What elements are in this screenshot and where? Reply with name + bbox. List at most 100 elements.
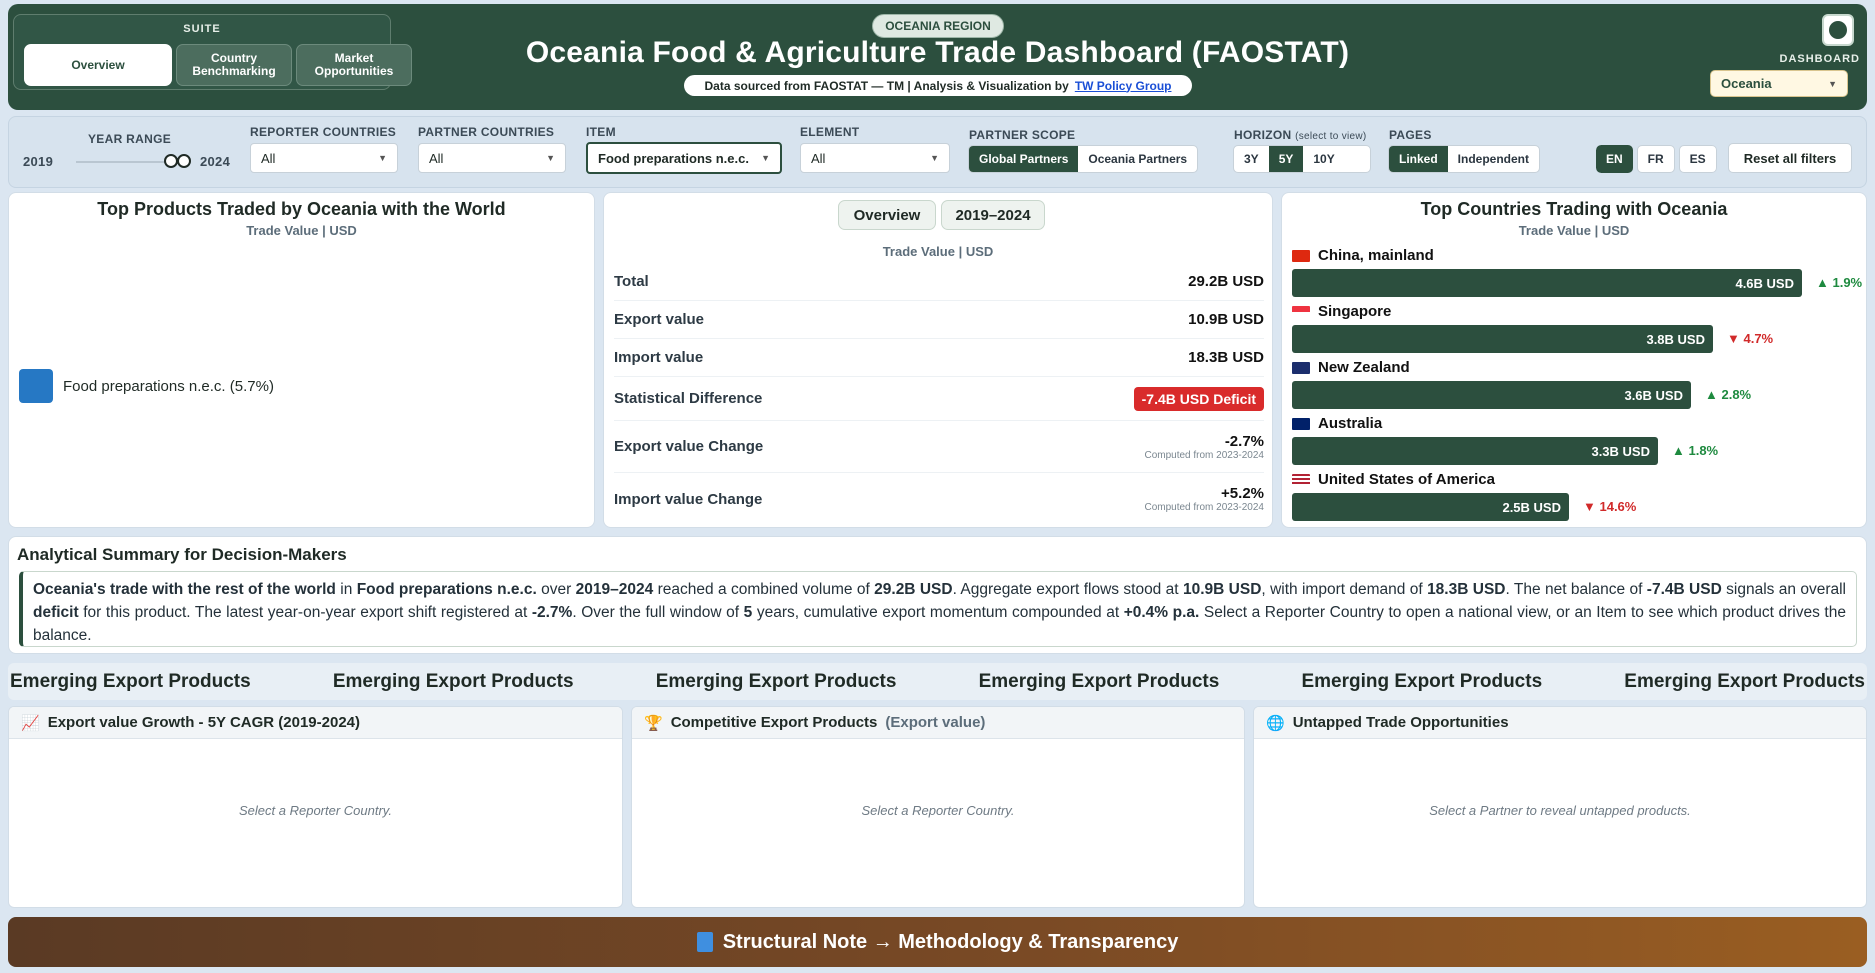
summary-fragment: 10.9B USD [1182, 581, 1262, 598]
lang-en[interactable]: EN [1596, 145, 1633, 173]
source-note: Data sourced from FAOSTAT — TM | Analysi… [684, 75, 1192, 96]
stat-row-export: Export value 10.9B USD [614, 301, 1264, 339]
summary-fragment: 2019–2024 [575, 581, 654, 598]
stat-value: -2.7% [1224, 432, 1264, 450]
horizon-label: HORIZON [1234, 128, 1292, 142]
summary-fragment: . Over the full window of [572, 604, 744, 621]
stat-label: Import value Change [614, 490, 763, 508]
chart-up-icon: 📈 [21, 714, 40, 732]
element-select[interactable]: All ▼ [800, 143, 950, 173]
pages-linked[interactable]: Linked [1389, 146, 1448, 172]
reporter-select-value: All [261, 150, 276, 166]
year-range-label: YEAR RANGE [88, 132, 172, 146]
pages-toggle: Linked Independent [1388, 145, 1541, 173]
chevron-down-icon: ▼ [930, 153, 939, 163]
horizon-10y[interactable]: 10Y [1303, 146, 1344, 172]
year-range-slider[interactable] [76, 161, 168, 163]
country-label[interactable]: New Zealand [1292, 359, 1410, 376]
item-label: ITEM [586, 125, 616, 139]
scope-global-partners[interactable]: Global Partners [969, 146, 1079, 172]
element-label: ELEMENT [800, 125, 860, 139]
dashboard-select[interactable]: Oceania ▼ [1710, 70, 1848, 97]
stat-row-import: Import value 18.3B USD [614, 339, 1264, 377]
country-name: United States of America [1318, 471, 1495, 488]
summary-fragment: Oceania's trade with the rest of the wor… [33, 581, 336, 598]
country-label[interactable]: China, mainland [1292, 247, 1434, 264]
lang-es[interactable]: ES [1678, 145, 1717, 173]
horizon-3y[interactable]: 3Y [1234, 146, 1269, 172]
stat-row-export-change: Export value Change -2.7% Computed from … [614, 421, 1264, 473]
card-title: Untapped Trade Opportunities [1292, 714, 1509, 731]
summary-title: Analytical Summary for Decision-Makers [17, 545, 347, 564]
trophy-icon: 🏆 [644, 714, 663, 732]
year-end-handle[interactable] [177, 154, 191, 168]
reset-filters-button[interactable]: Reset all filters [1728, 143, 1852, 173]
pages-label: PAGES [1389, 128, 1432, 142]
country-label[interactable]: Australia [1292, 415, 1382, 432]
change-indicator: ▼ 4.7% [1727, 331, 1774, 346]
country-bar[interactable]: 4.6B USD [1292, 269, 1802, 297]
country-bar[interactable]: 3.6B USD [1292, 381, 1691, 409]
stats-panel: Overview 2019–2024 Trade Value | USD Tot… [603, 192, 1273, 528]
year-start-handle[interactable] [164, 154, 178, 168]
change-indicator: ▲ 2.8% [1705, 387, 1752, 402]
card-untapped-opportunities: 🌐 Untapped Trade Opportunities Select a … [1253, 706, 1867, 908]
partner-scope-toggle: Global Partners Oceania Partners [968, 145, 1199, 173]
deficit-badge: -7.4B USD Deficit [1133, 386, 1264, 411]
horizon-toggle: 3Y 5Y 10Y [1233, 145, 1371, 173]
summary-fragment: 29.2B USD [874, 581, 953, 598]
suite-tab-market-opportunities[interactable]: Market Opportunities [296, 44, 412, 86]
country-bar[interactable]: 3.8B USD [1292, 325, 1713, 353]
partner-select[interactable]: All ▼ [418, 143, 566, 173]
item-select[interactable]: Food preparations n.e.c. ▼ [586, 142, 782, 174]
dashboard-label: DASHBOARD [1779, 53, 1860, 65]
country-bar[interactable]: 3.3B USD [1292, 437, 1658, 465]
horizon-label-group: HORIZON (select to view) [1234, 128, 1367, 142]
partner-scope-label: PARTNER SCOPE [969, 128, 1076, 142]
suite-tab-country-benchmarking[interactable]: Country Benchmarking [176, 44, 292, 86]
stat-label: Export value Change [614, 438, 764, 455]
legend-swatch [19, 369, 53, 403]
suite-tab-overview[interactable]: Overview [24, 44, 172, 86]
country-label[interactable]: United States of America [1292, 471, 1495, 488]
summary-fragment: -7.4B USD [1646, 581, 1722, 598]
methodology-button[interactable]: Structural Note → Methodology & Transpar… [8, 917, 1867, 967]
stat-value: +5.2% [1221, 485, 1264, 502]
flag-icon [1292, 417, 1310, 430]
country-bar[interactable]: 2.5B USD [1292, 493, 1569, 521]
source-link[interactable]: TW Policy Group [1075, 79, 1172, 93]
summary-fragment: -2.7% [531, 604, 573, 621]
country-label[interactable]: Singapore [1292, 303, 1391, 320]
scope-oceania-partners[interactable]: Oceania Partners [1078, 146, 1197, 172]
pages-independent[interactable]: Independent [1448, 146, 1539, 172]
lang-fr[interactable]: FR [1636, 145, 1675, 173]
emerging-label: Emerging Export Products [10, 670, 251, 692]
legend-item[interactable]: Food preparations n.e.c. (5.7%) [19, 369, 274, 403]
tab-overview[interactable]: Overview [838, 200, 936, 230]
country-name: New Zealand [1318, 359, 1410, 376]
summary-fragment: years, cumulative export momentum compou… [752, 604, 1124, 621]
stat-value: 29.2B USD [1188, 273, 1264, 290]
tab-period[interactable]: 2019–2024 [941, 200, 1045, 230]
summary-fragment: Food preparations n.e.c. [356, 581, 537, 598]
stat-note: Computed from 2023-2024 [1144, 449, 1264, 461]
book-icon [696, 932, 713, 952]
summary-fragment: . The net balance of [1505, 581, 1647, 598]
countries-title: Top Countries Trading with Oceania [1420, 199, 1728, 219]
region-badge: OCEANIA REGION [872, 14, 1004, 38]
analytical-summary: Analytical Summary for Decision-Makers O… [8, 536, 1867, 654]
summary-fragment: in [335, 581, 357, 598]
reporter-select[interactable]: All ▼ [250, 143, 398, 173]
card-header: 🌐 Untapped Trade Opportunities [1254, 707, 1866, 739]
countries-panel: Top Countries Trading with Oceania Trade… [1281, 192, 1867, 528]
stat-row-difference: Statistical Difference -7.4B USD Deficit [614, 377, 1264, 421]
horizon-5y[interactable]: 5Y [1268, 146, 1304, 172]
chevron-down-icon: ▼ [546, 153, 555, 163]
page-title: Oceania Food & Agriculture Trade Dashboa… [525, 36, 1350, 69]
change-indicator: ▼ 14.6% [1583, 499, 1637, 514]
country-name: Singapore [1318, 303, 1392, 320]
card-title-suffix: (Export value) [885, 714, 986, 731]
horizon-hint: (select to view) [1295, 131, 1367, 142]
stat-label: Statistical Difference [614, 390, 763, 407]
summary-fragment: . Aggregate export flows stood at [952, 581, 1183, 598]
